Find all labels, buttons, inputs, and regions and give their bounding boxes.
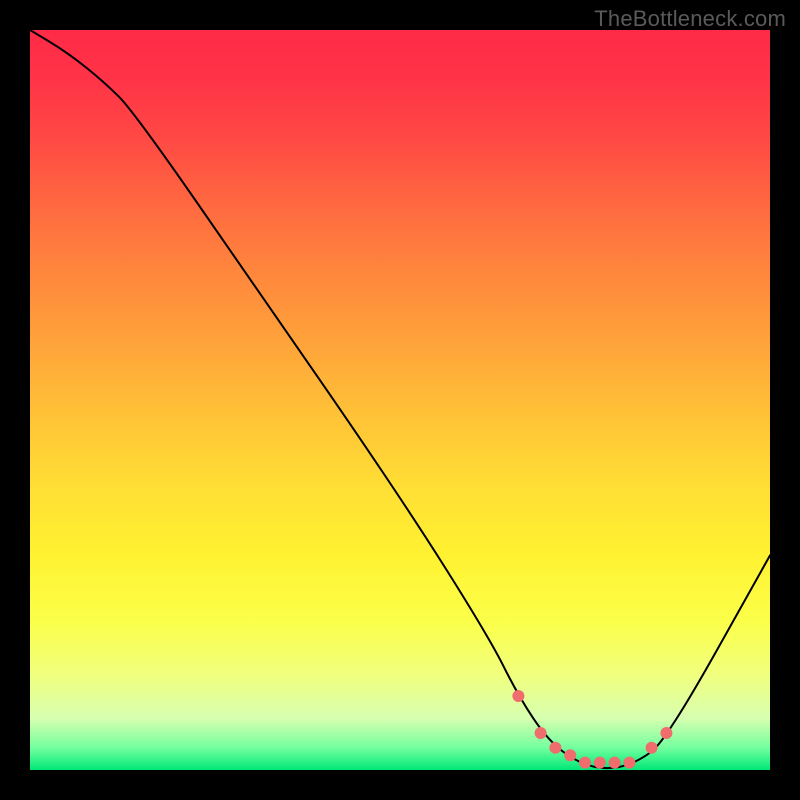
flat-zone-marker [609,757,621,769]
flat-zone-marker [549,742,561,754]
watermark-text: TheBottleneck.com [594,6,786,32]
plot-area [30,30,770,770]
flat-zone-marker [623,757,635,769]
flat-zone-markers [512,690,672,769]
flat-zone-marker [535,727,547,739]
flat-zone-marker [646,742,658,754]
bottleneck-curve-path [30,30,770,768]
flat-zone-marker [564,749,576,761]
flat-zone-marker [594,757,606,769]
flat-zone-marker [660,727,672,739]
bottleneck-curve-svg [30,30,770,770]
chart-stage: TheBottleneck.com [0,0,800,800]
flat-zone-marker [579,757,591,769]
flat-zone-marker [512,690,524,702]
